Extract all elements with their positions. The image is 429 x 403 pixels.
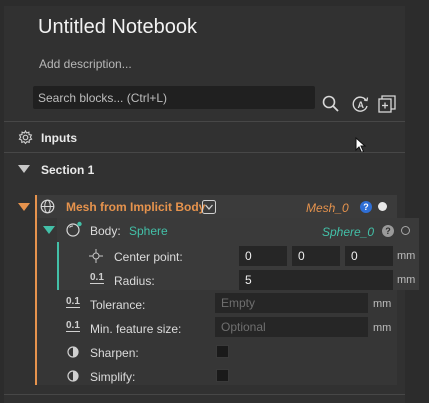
inputs-header[interactable]: Inputs [41,131,77,145]
block-collapse-chevron-icon[interactable] [18,203,30,211]
globe-mesh-icon [40,199,55,214]
radius-unit: mm [397,274,416,286]
search-icon[interactable] [322,95,339,112]
tolerance-unit: mm [373,298,392,310]
boolean-type-icon [67,370,79,382]
section-collapse-chevron-icon[interactable] [18,165,30,173]
auto-run-icon[interactable]: A [352,95,370,113]
body-output-var[interactable]: Sphere_0 [322,225,374,239]
divider [4,121,405,122]
min-feature-input[interactable]: Optional [215,317,368,337]
body-value[interactable]: Sphere [129,224,168,238]
description-field[interactable]: Add description... [39,57,132,71]
min-feature-unit: mm [373,322,392,334]
min-feature-label: Min. feature size: [90,322,182,336]
center-z-input[interactable]: 0 [345,246,393,266]
center-point-label: Center point: [114,250,183,264]
help-icon[interactable]: ? [360,201,372,213]
center-x-input[interactable]: 0 [239,246,287,266]
inputs-gear-icon [18,130,33,145]
center-unit: mm [397,250,416,262]
block-dropdown-icon[interactable] [202,200,216,214]
body-collapse-chevron-icon[interactable] [43,226,55,234]
body-status-dot-icon [401,226,410,235]
block-title[interactable]: Mesh from Implicit Body [66,200,205,214]
point-icon [89,249,103,263]
number-type-icon: 0.1 [90,272,104,284]
center-y-input[interactable]: 0 [292,246,340,266]
number-type-icon: 0.1 [66,296,80,308]
search-input[interactable] [33,86,318,109]
radius-label: Radius: [114,274,155,288]
simplify-checkbox[interactable] [216,369,229,382]
notebook-title[interactable]: Untitled Notebook [38,16,197,39]
sharpen-label: Sharpen: [90,346,139,360]
tolerance-input[interactable]: Empty [215,293,368,313]
body-label: Body: [90,224,121,238]
boolean-type-icon [67,346,79,358]
search-bar [33,86,318,109]
block-output-var[interactable]: Mesh_0 [306,201,349,215]
sharpen-checkbox[interactable] [216,345,229,358]
simplify-label: Simplify: [90,370,136,384]
divider [4,394,405,395]
radius-input[interactable]: 5 [239,270,393,290]
section-header[interactable]: Section 1 [41,163,94,177]
tolerance-label: Tolerance: [90,298,146,312]
add-block-icon[interactable] [378,95,396,113]
svg-text:A: A [358,100,365,110]
divider [4,152,405,153]
number-type-icon: 0.1 [66,320,80,332]
sphere-icon [66,221,82,237]
body-accent-bar [57,242,59,290]
status-dot-icon [378,202,387,211]
body-help-icon[interactable]: ? [382,225,394,237]
block-accent-bar [35,195,37,385]
